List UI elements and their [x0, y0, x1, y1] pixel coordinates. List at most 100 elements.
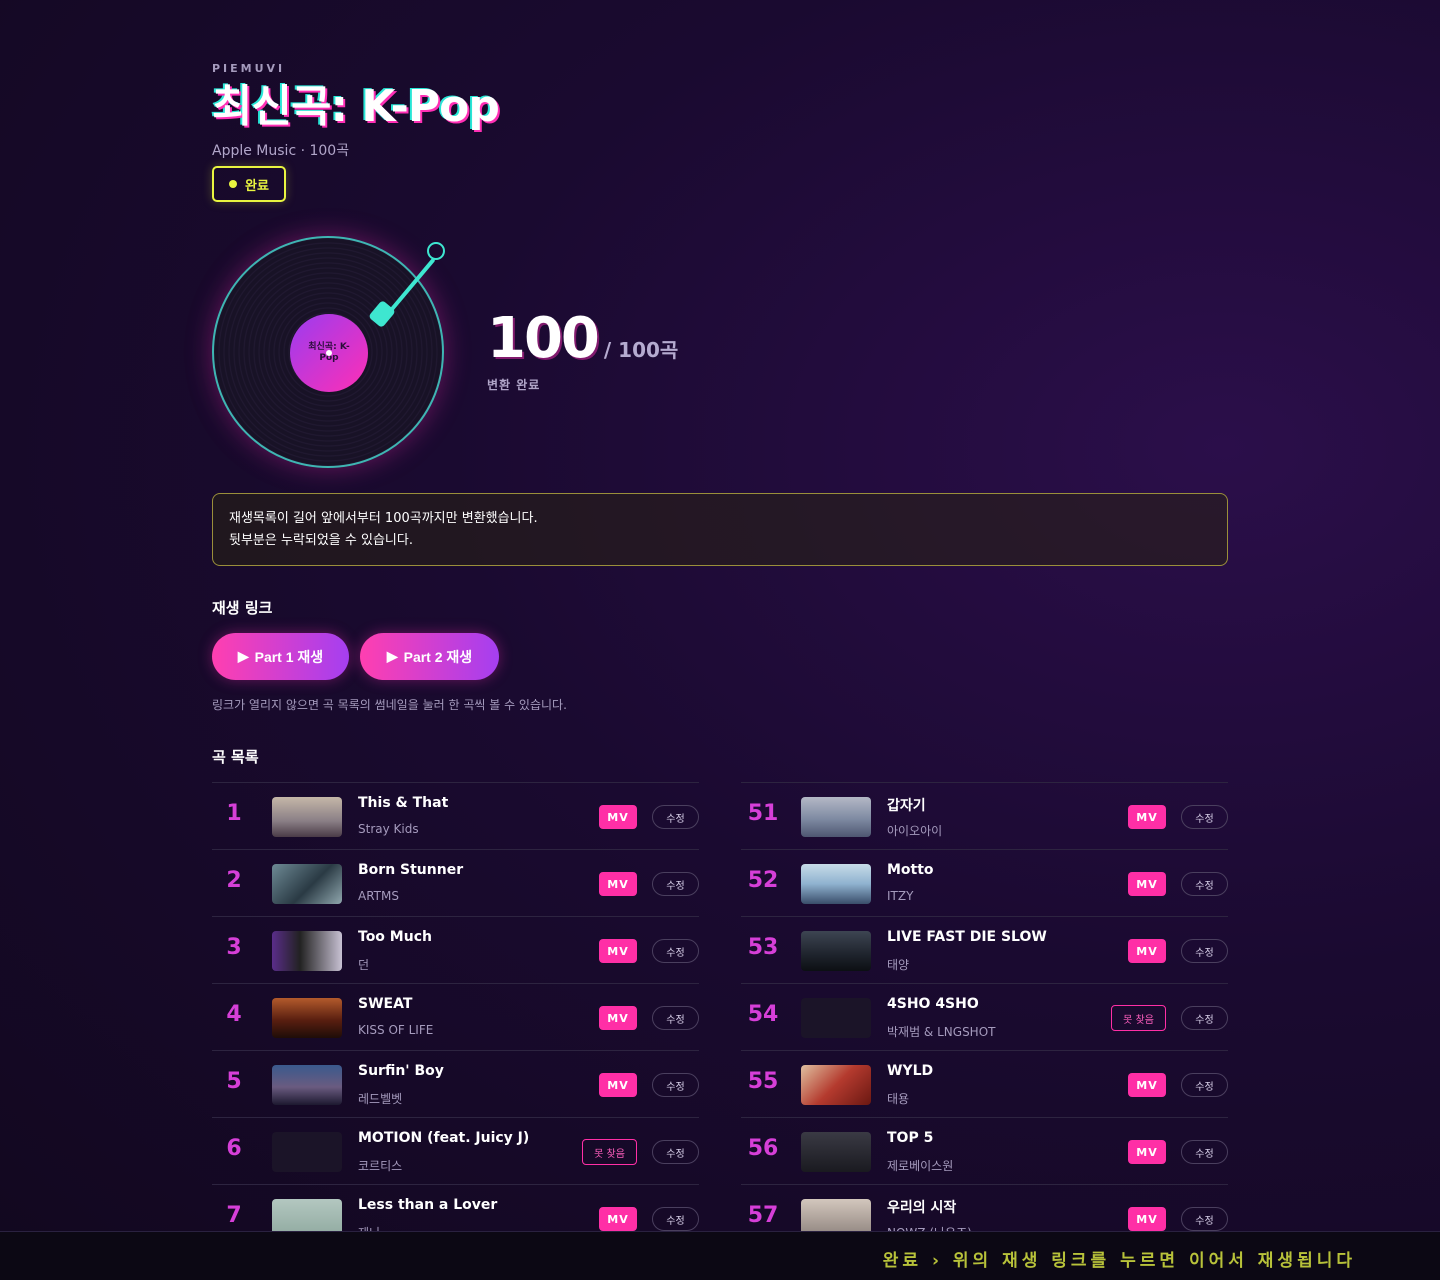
- song-title: TOP 5: [887, 1130, 934, 1146]
- song-thumbnail[interactable]: [272, 931, 342, 971]
- song-thumbnail[interactable]: [272, 797, 342, 837]
- song-thumbnail-empty[interactable]: [801, 998, 871, 1038]
- song-artist: 태용: [887, 1092, 910, 1106]
- edit-button[interactable]: 수정: [1181, 1073, 1228, 1097]
- song-list-left: 1 This & That Stray Kids MV 수정 2 Born St…: [212, 782, 699, 1251]
- mv-button[interactable]: MV: [1128, 805, 1166, 829]
- play-part-1-button[interactable]: ▶ Part 1 재생: [212, 633, 349, 680]
- status-dot-icon: [229, 180, 238, 188]
- not-found-badge: 못 찾음: [582, 1139, 637, 1165]
- song-thumbnail[interactable]: [801, 864, 871, 904]
- edit-button[interactable]: 수정: [1181, 872, 1228, 896]
- edit-button[interactable]: 수정: [652, 1073, 699, 1097]
- status-badge: 완료: [212, 166, 286, 202]
- edit-button[interactable]: 수정: [1181, 1207, 1228, 1231]
- song-rank: 52: [747, 868, 779, 893]
- song-rank: 53: [747, 935, 779, 960]
- play-hint: 링크가 열리지 않으면 곡 목록의 썸네일을 눌러 한 곡씩 볼 수 있습니다.: [212, 698, 567, 712]
- vinyl-hole: [326, 350, 332, 356]
- mv-button[interactable]: MV: [599, 872, 637, 896]
- song-thumbnail[interactable]: [272, 864, 342, 904]
- song-title: Motto: [887, 862, 934, 878]
- song-artist: 아이오아이: [887, 824, 943, 838]
- song-rank: 6: [226, 1136, 242, 1161]
- song-title: WYLD: [887, 1063, 934, 1079]
- song-title: 갑자기: [887, 798, 926, 814]
- mv-button[interactable]: MV: [1128, 872, 1166, 896]
- song-artist: 제로베이스원: [887, 1159, 954, 1173]
- song-artist: ARTMS: [358, 889, 399, 903]
- song-title: LIVE FAST DIE SLOW: [887, 929, 1047, 945]
- mv-button[interactable]: MV: [599, 1207, 637, 1231]
- mv-button[interactable]: MV: [1128, 1140, 1166, 1164]
- edit-button[interactable]: 수정: [652, 939, 699, 963]
- song-rank: 1: [226, 801, 242, 826]
- vinyl-label: 최신곡: K-Pop: [290, 314, 368, 392]
- mv-button[interactable]: MV: [599, 1006, 637, 1030]
- song-thumbnail[interactable]: [801, 1065, 871, 1105]
- song-thumbnail[interactable]: [801, 1132, 871, 1172]
- song-rank: 7: [226, 1203, 242, 1228]
- song-thumbnail[interactable]: [801, 931, 871, 971]
- song-row: 52 Motto ITZY MV 수정: [741, 849, 1228, 916]
- song-row: 1 This & That Stray Kids MV 수정: [212, 782, 699, 849]
- mv-button[interactable]: MV: [1128, 939, 1166, 963]
- song-title: This & That: [358, 795, 449, 811]
- song-row: 55 WYLD 태용 MV 수정: [741, 1050, 1228, 1117]
- play-part-1-label: Part 1 재생: [254, 648, 324, 665]
- mv-button[interactable]: MV: [599, 939, 637, 963]
- edit-button[interactable]: 수정: [652, 1140, 699, 1164]
- edit-button[interactable]: 수정: [652, 872, 699, 896]
- mv-button[interactable]: MV: [1128, 1073, 1166, 1097]
- edit-button[interactable]: 수정: [1181, 1140, 1228, 1164]
- progress-total: / 100곡: [603, 338, 679, 362]
- song-row: 53 LIVE FAST DIE SLOW 태양 MV 수정: [741, 916, 1228, 983]
- song-title: Less than a Lover: [358, 1197, 498, 1213]
- play-icon: ▶: [237, 648, 249, 664]
- song-title: Born Stunner: [358, 862, 464, 878]
- progress-counter: 100 / 100곡: [487, 306, 678, 371]
- song-artist: Stray Kids: [358, 822, 419, 836]
- song-row: 3 Too Much 던 MV 수정: [212, 916, 699, 983]
- song-thumbnail-empty[interactable]: [272, 1132, 342, 1172]
- edit-button[interactable]: 수정: [652, 1006, 699, 1030]
- mv-button[interactable]: MV: [1128, 1207, 1166, 1231]
- progress-count: 100: [487, 306, 600, 371]
- song-title: Surfin' Boy: [358, 1063, 444, 1079]
- song-thumbnail[interactable]: [272, 998, 342, 1038]
- song-row: 54 4SHO 4SHO 박재범 & LNGSHOT 못 찾음 수정: [741, 983, 1228, 1050]
- song-rank: 56: [747, 1136, 779, 1161]
- play-icon: ▶: [386, 648, 398, 664]
- song-row: 51 갑자기 아이오아이 MV 수정: [741, 782, 1228, 849]
- edit-button[interactable]: 수정: [652, 805, 699, 829]
- song-rank: 55: [747, 1069, 779, 1094]
- song-thumbnail[interactable]: [272, 1065, 342, 1105]
- edit-button[interactable]: 수정: [652, 1207, 699, 1231]
- play-part-2-button[interactable]: ▶ Part 2 재생: [360, 633, 499, 680]
- play-section-title: 재생 링크: [212, 599, 273, 617]
- song-list-right: 51 갑자기 아이오아이 MV 수정 52 Motto ITZY MV 수정 5…: [741, 782, 1228, 1251]
- notice-line-2: 뒷부분은 누락되었을 수 있습니다.: [229, 533, 413, 548]
- song-rank: 2: [226, 868, 242, 893]
- songs-section-title: 곡 목록: [212, 748, 259, 766]
- progress-label: 변환 완료: [487, 378, 541, 392]
- notice-line-1: 재생목록이 길어 앞에서부터 100곡까지만 변환했습니다.: [229, 511, 538, 526]
- mv-button[interactable]: MV: [599, 1073, 637, 1097]
- song-title: 우리의 시작: [887, 1200, 957, 1216]
- edit-button[interactable]: 수정: [1181, 1006, 1228, 1030]
- song-rank: 57: [747, 1203, 779, 1228]
- song-row: 6 MOTION (feat. Juicy J) 코르티스 못 찾음 수정: [212, 1117, 699, 1184]
- song-title: 4SHO 4SHO: [887, 996, 979, 1012]
- status-text: 완료: [245, 178, 269, 194]
- not-found-badge: 못 찾음: [1111, 1005, 1166, 1031]
- vinyl-record: 최신곡: K-Pop: [212, 236, 444, 468]
- mv-button[interactable]: MV: [599, 805, 637, 829]
- status-footer: 완료 › 위의 재생 링크를 누르면 이어서 재생됩니다: [0, 1231, 1440, 1280]
- song-row: 56 TOP 5 제로베이스원 MV 수정: [741, 1117, 1228, 1184]
- edit-button[interactable]: 수정: [1181, 939, 1228, 963]
- song-thumbnail[interactable]: [801, 797, 871, 837]
- song-row: 5 Surfin' Boy 레드벨벳 MV 수정: [212, 1050, 699, 1117]
- song-row: 4 SWEAT KISS OF LIFE MV 수정: [212, 983, 699, 1050]
- song-title: SWEAT: [358, 996, 413, 1012]
- edit-button[interactable]: 수정: [1181, 805, 1228, 829]
